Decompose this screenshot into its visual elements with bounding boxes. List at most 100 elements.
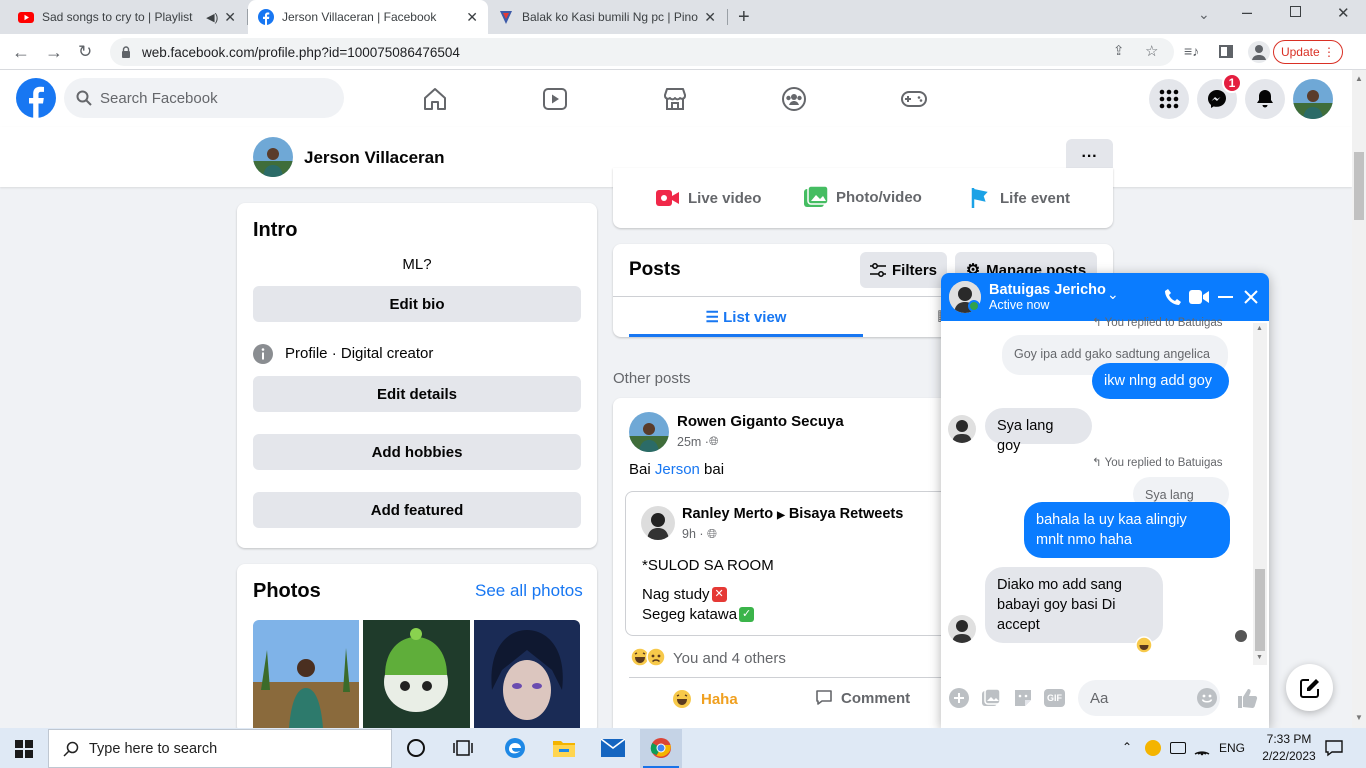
battery-icon[interactable] — [1170, 742, 1186, 754]
url-text: web.facebook.com/profile.php?id=10007508… — [142, 44, 460, 60]
tab-pinoy[interactable]: Balak ko Kasi bumili Ng pc | Pinoy ✕ — [488, 0, 726, 34]
minimize-window-button[interactable]: – — [1242, 2, 1252, 23]
received-message[interactable]: Diako mo add sang babayi goy basi Di acc… — [985, 567, 1163, 643]
notification-center-icon[interactable] — [1325, 739, 1343, 757]
video-call-icon[interactable] — [1189, 290, 1209, 304]
account-avatar[interactable] — [1293, 79, 1333, 119]
lock-icon[interactable] — [120, 46, 132, 58]
forward-button[interactable]: → — [45, 42, 63, 63]
restore-window-button[interactable] — [1290, 6, 1301, 17]
windows-start-icon[interactable] — [15, 740, 33, 758]
sent-message[interactable]: bahala la uy kaa alingiy mnlt nmo haha — [1024, 502, 1230, 558]
reactions-count[interactable]: You and 4 others — [673, 650, 786, 667]
photo-attach-icon[interactable] — [981, 688, 1001, 708]
life-event-button[interactable]: Life event — [970, 187, 1070, 209]
minimize-chat-icon[interactable] — [1218, 296, 1233, 298]
close-tab-icon[interactable]: ✕ — [466, 9, 478, 26]
photo-video-button[interactable]: Photo/video — [804, 186, 922, 208]
chat-scrollbar-thumb[interactable] — [1255, 569, 1265, 651]
menu-grid-button[interactable] — [1149, 79, 1189, 119]
edge-icon[interactable] — [504, 737, 526, 759]
comment-button[interactable]: Comment — [815, 689, 910, 707]
groups-icon[interactable] — [781, 86, 807, 112]
chat-scroll-up-arrow[interactable]: ▲ — [1256, 325, 1263, 332]
photo-thumbnail[interactable] — [474, 620, 580, 728]
tagged-user-link[interactable]: Jerson — [655, 461, 700, 478]
shared-author-line[interactable]: Ranley Merto ▶ Bisaya Retweets — [682, 506, 903, 522]
mail-icon[interactable] — [601, 739, 625, 757]
sticker-icon[interactable] — [1013, 688, 1033, 708]
marketplace-icon[interactable] — [662, 86, 688, 112]
clock[interactable]: 7:33 PM 2/22/2023 — [1260, 731, 1318, 765]
close-tab-icon[interactable]: ✕ — [704, 9, 716, 26]
notifications-button[interactable] — [1245, 79, 1285, 119]
file-explorer-icon[interactable] — [553, 738, 575, 758]
close-tab-icon[interactable]: ✕ — [224, 9, 236, 26]
back-button[interactable]: ← — [12, 42, 30, 63]
side-panel-icon[interactable] — [1219, 45, 1233, 58]
search-input[interactable]: Search Facebook — [64, 78, 344, 118]
edit-details-button[interactable]: Edit details — [253, 376, 581, 412]
taskbar-search-box[interactable]: Type here to search — [48, 729, 392, 768]
profile-avatar-icon[interactable] — [1248, 41, 1270, 63]
emoji-icon[interactable] — [1197, 688, 1217, 708]
thumbs-up-icon[interactable] — [1236, 687, 1258, 709]
photo-thumbnail[interactable] — [253, 620, 359, 728]
chevron-up-icon[interactable]: ⌃ — [1122, 740, 1132, 754]
edit-bio-button[interactable]: Edit bio — [253, 286, 581, 322]
wifi-icon[interactable] — [1193, 740, 1211, 756]
flag-icon — [971, 188, 988, 208]
tab-search-icon[interactable]: ⌄ — [1198, 6, 1210, 23]
filters-button[interactable]: Filters — [860, 252, 947, 288]
plus-icon[interactable] — [949, 688, 969, 708]
haha-reaction-icon[interactable] — [1135, 636, 1153, 654]
photo-thumbnail[interactable] — [363, 620, 470, 728]
home-icon[interactable] — [422, 86, 448, 112]
live-video-button[interactable]: Live video — [656, 188, 761, 208]
chat-scroll-down-arrow[interactable]: ▼ — [1256, 654, 1263, 661]
shared-author-avatar[interactable] — [641, 506, 675, 540]
update-button[interactable]: Update ⋮ — [1273, 40, 1343, 64]
add-featured-button[interactable]: Add featured — [253, 492, 581, 528]
new-message-button[interactable] — [1286, 664, 1333, 711]
app-tray-icon[interactable] — [1145, 740, 1161, 756]
tab-facebook-active[interactable]: Jerson Villaceran | Facebook ✕ — [248, 0, 488, 34]
task-view-icon[interactable] — [453, 739, 473, 757]
haha-button[interactable]: Haha — [672, 689, 738, 709]
contact-avatar-small[interactable] — [948, 615, 976, 643]
audio-icon[interactable]: ◀) — [206, 11, 218, 24]
phone-icon[interactable] — [1164, 288, 1182, 306]
reload-button[interactable]: ↻ — [78, 42, 92, 62]
profile-name[interactable]: Jerson Villaceran — [304, 148, 445, 168]
scroll-up-arrow[interactable]: ▲ — [1355, 74, 1363, 83]
profile-avatar[interactable] — [253, 137, 293, 177]
post-author-name[interactable]: Rowen Giganto Secuya — [677, 413, 844, 430]
list-view-tab[interactable]: ☰ List view — [629, 308, 863, 326]
close-window-button[interactable]: ✕ — [1337, 4, 1350, 22]
received-message[interactable]: Sya lang goy — [985, 408, 1092, 454]
tab-youtube-playlist[interactable]: Sad songs to cry to | Playlist ◀) ✕ — [8, 0, 246, 34]
address-bar[interactable]: web.facebook.com/profile.php?id=10007508… — [110, 38, 1174, 66]
reaction-icons[interactable] — [630, 647, 666, 667]
gaming-icon[interactable] — [900, 88, 928, 110]
page-scrollbar-thumb[interactable] — [1354, 152, 1364, 220]
language-indicator[interactable]: ENG — [1219, 741, 1245, 755]
watch-icon[interactable] — [542, 86, 568, 112]
post-author-avatar[interactable] — [629, 412, 669, 452]
scroll-down-arrow[interactable]: ▼ — [1355, 713, 1363, 722]
close-chat-icon[interactable] — [1244, 290, 1258, 304]
gif-icon[interactable]: GIF — [1044, 689, 1065, 707]
chat-contact-name[interactable]: Batuigas Jericho — [989, 282, 1106, 298]
share-icon[interactable]: ⇪ — [1113, 43, 1124, 59]
contact-avatar-small[interactable] — [948, 415, 976, 443]
sent-message[interactable]: ikw nlng add goy — [1092, 363, 1229, 399]
cortana-icon[interactable] — [407, 739, 425, 757]
see-all-photos-link[interactable]: See all photos — [475, 581, 583, 601]
add-hobbies-button[interactable]: Add hobbies — [253, 434, 581, 470]
bookmark-star-icon[interactable]: ☆ — [1145, 42, 1158, 60]
media-control-icon[interactable]: ≡♪ — [1184, 43, 1199, 59]
chat-header[interactable]: Batuigas Jericho Active now ⌄ — [941, 273, 1269, 321]
new-tab-button[interactable]: + — [738, 6, 750, 29]
facebook-logo-icon[interactable] — [16, 78, 56, 118]
chevron-down-icon[interactable]: ⌄ — [1107, 286, 1119, 303]
